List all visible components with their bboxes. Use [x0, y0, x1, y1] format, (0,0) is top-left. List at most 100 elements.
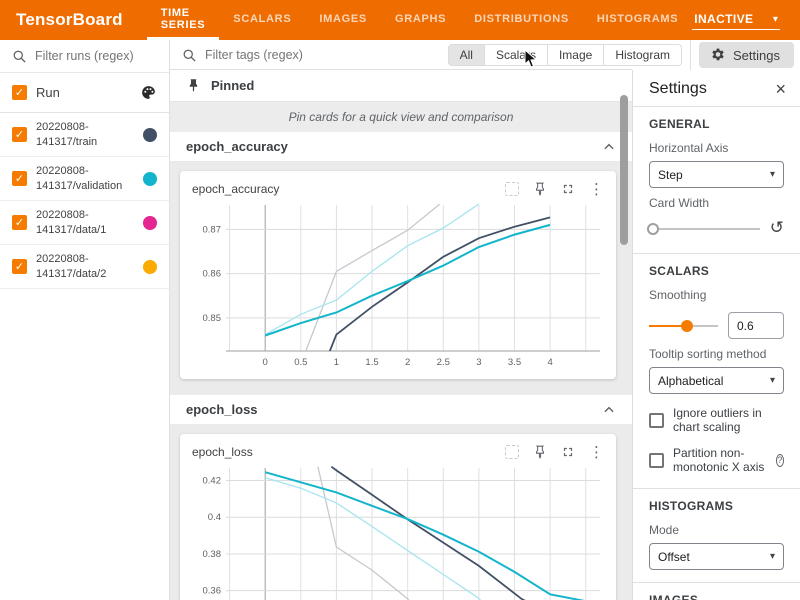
- runs-sidebar: Filter runs (regex) ✓ Run ✓ 20220808-141…: [0, 40, 170, 600]
- kebab-menu-icon[interactable]: ⋮: [589, 182, 604, 197]
- run-checkbox[interactable]: ✓: [12, 259, 27, 274]
- histograms-heading: HISTOGRAMS: [649, 499, 784, 513]
- svg-text:4: 4: [547, 357, 552, 368]
- settings-images-section: IMAGES Brightness ↺ Contrast: [633, 583, 800, 600]
- partition-x-axis-row[interactable]: ✓ Partition non-monotonic X axis ?: [649, 446, 784, 474]
- tab-histograms[interactable]: HISTOGRAMS: [583, 0, 692, 40]
- chip-all[interactable]: All: [448, 44, 485, 66]
- tab-distributions[interactable]: DISTRIBUTIONS: [460, 0, 583, 40]
- svg-text:0.85: 0.85: [203, 313, 222, 324]
- section-epoch-accuracy[interactable]: epoch_accuracy: [170, 132, 632, 162]
- partition-x-axis-checkbox[interactable]: ✓: [649, 453, 664, 468]
- fit-to-domain-icon[interactable]: [505, 445, 519, 459]
- pin-outline-icon[interactable]: [533, 445, 547, 459]
- card-title: epoch_accuracy: [192, 182, 505, 196]
- run-label: 20220808-141317/data/2: [36, 252, 134, 282]
- tooltip-sort-select[interactable]: Alphabetical ▾: [649, 367, 784, 394]
- settings-histograms-section: HISTOGRAMS Mode Offset ▾: [633, 489, 800, 583]
- svg-text:0.86: 0.86: [203, 269, 222, 280]
- chevron-up-icon[interactable]: [602, 140, 616, 154]
- chevron-up-icon[interactable]: [602, 403, 616, 417]
- horizontal-axis-label: Horizontal Axis: [649, 141, 784, 155]
- chip-image[interactable]: Image: [548, 44, 604, 66]
- chip-scalars[interactable]: Scalars: [485, 44, 548, 66]
- chip-histogram[interactable]: Histogram: [604, 44, 682, 66]
- settings-panel-title: Settings: [649, 80, 707, 98]
- pinned-label: Pinned: [211, 78, 254, 93]
- svg-text:0.36: 0.36: [203, 586, 222, 597]
- search-icon: [12, 49, 27, 64]
- help-icon[interactable]: ?: [776, 454, 784, 467]
- settings-general-section: GENERAL Horizontal Axis Step ▾ Card Widt…: [633, 107, 800, 254]
- ignore-outliers-row[interactable]: ✓ Ignore outliers in chart scaling: [649, 406, 784, 434]
- tab-scalars[interactable]: SCALARS: [219, 0, 305, 40]
- header-controls: INACTIVE ▾ ?: [692, 0, 800, 40]
- kebab-menu-icon[interactable]: ⋮: [589, 445, 604, 460]
- run-row[interactable]: ✓ 20220808-141317/validation: [0, 157, 169, 201]
- main-scrollbar-thumb[interactable]: [620, 95, 628, 245]
- epoch-loss-chart[interactable]: 0.360.380.40.4200.511.522.533.54: [192, 464, 604, 600]
- chevron-down-icon: ▾: [770, 551, 775, 562]
- run-checkbox[interactable]: ✓: [12, 215, 27, 230]
- smoothing-label: Smoothing: [649, 288, 784, 302]
- fullscreen-icon[interactable]: [561, 182, 575, 196]
- filter-runs-row: Filter runs (regex): [0, 40, 169, 73]
- pin-hint-banner: Pin cards for a quick view and compariso…: [170, 102, 632, 132]
- run-label: 20220808-141317/validation: [36, 164, 134, 194]
- fit-to-domain-icon[interactable]: [505, 182, 519, 196]
- run-row[interactable]: ✓ 20220808-141317/data/2: [0, 245, 169, 289]
- smoothing-input[interactable]: [728, 312, 784, 339]
- ignore-outliers-checkbox[interactable]: ✓: [649, 413, 664, 428]
- pin-icon: [186, 78, 201, 93]
- scalar-card-epoch-accuracy: epoch_accuracy ⋮ 0.850.860.8700.511.522.…: [180, 171, 616, 379]
- svg-text:0.4: 0.4: [208, 512, 221, 523]
- card-title: epoch_loss: [192, 445, 505, 459]
- section-title: epoch_loss: [186, 402, 602, 417]
- partition-x-axis-label: Partition non-monotonic X axis: [673, 446, 767, 474]
- svg-text:0: 0: [263, 357, 268, 368]
- run-row[interactable]: ✓ 20220808-141317/data/1: [0, 201, 169, 245]
- slider-thumb[interactable]: [681, 320, 693, 332]
- cards-area: epoch_accuracy ⋮ 0.850.860.8700.511.522.…: [170, 162, 632, 395]
- tag-toolbar: Filter tags (regex) All Scalars Image Hi…: [170, 40, 800, 70]
- run-row[interactable]: ✓ 20220808-141317/train: [0, 113, 169, 157]
- chevron-down-icon: ▾: [770, 169, 775, 180]
- run-checkbox[interactable]: ✓: [12, 171, 27, 186]
- tab-graphs[interactable]: GRAPHS: [381, 0, 460, 40]
- status-label: INACTIVE: [694, 12, 753, 26]
- svg-text:0.87: 0.87: [203, 224, 222, 235]
- theme-brightness-icon[interactable]: [796, 5, 800, 35]
- main-nav: TIME SERIES SCALARS IMAGES GRAPHS DISTRI…: [147, 0, 693, 40]
- app-logo: TensorBoard: [0, 0, 147, 40]
- filter-runs-input[interactable]: Filter runs (regex): [35, 49, 134, 63]
- chevron-down-icon: ▾: [773, 14, 778, 25]
- reset-icon[interactable]: ↺: [770, 220, 784, 237]
- settings-button[interactable]: Settings: [699, 42, 794, 68]
- histogram-mode-label: Mode: [649, 523, 784, 537]
- select-all-runs-checkbox[interactable]: ✓: [12, 85, 27, 100]
- tab-time-series[interactable]: TIME SERIES: [147, 0, 220, 40]
- fullscreen-icon[interactable]: [561, 445, 575, 459]
- palette-icon[interactable]: [140, 84, 157, 101]
- card-width-slider[interactable]: [649, 222, 760, 236]
- tooltip-sort-label: Tooltip sorting method: [649, 347, 784, 361]
- tab-images[interactable]: IMAGES: [305, 0, 381, 40]
- histogram-mode-select[interactable]: Offset ▾: [649, 543, 784, 570]
- run-checkbox[interactable]: ✓: [12, 127, 27, 142]
- cards-area: epoch_loss ⋮ 0.360.380.40.4200.511.522.5…: [170, 425, 632, 600]
- pin-outline-icon[interactable]: [533, 182, 547, 196]
- epoch-accuracy-chart[interactable]: 0.850.860.8700.511.522.533.54: [192, 201, 604, 371]
- pinned-section-header: Pinned: [170, 70, 632, 102]
- filter-tags-input[interactable]: Filter tags (regex): [205, 48, 303, 62]
- slider-thumb[interactable]: [647, 223, 659, 235]
- run-color-dot: [143, 216, 157, 230]
- close-icon[interactable]: ×: [775, 80, 786, 98]
- svg-text:2.5: 2.5: [437, 357, 450, 368]
- horizontal-axis-select[interactable]: Step ▾: [649, 161, 784, 188]
- section-epoch-loss[interactable]: epoch_loss: [170, 395, 632, 425]
- svg-text:0.38: 0.38: [203, 549, 222, 560]
- general-heading: GENERAL: [649, 117, 784, 131]
- reload-status-select[interactable]: INACTIVE ▾: [692, 10, 780, 30]
- section-title: epoch_accuracy: [186, 139, 602, 154]
- smoothing-slider[interactable]: [649, 319, 718, 333]
